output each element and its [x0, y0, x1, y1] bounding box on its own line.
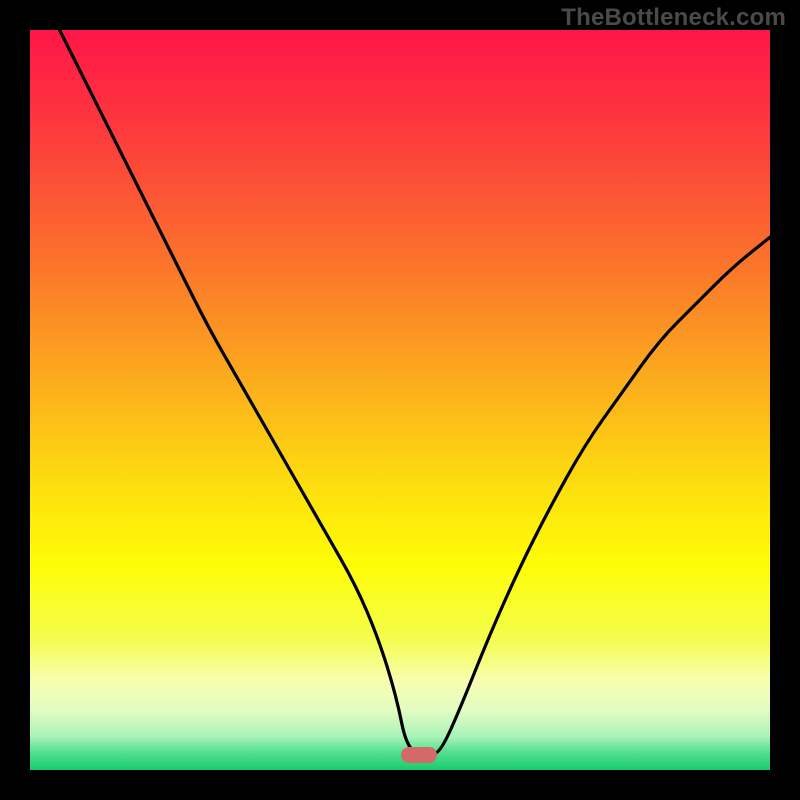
bottleneck-curve: [30, 30, 770, 770]
watermark-label: TheBottleneck.com: [561, 4, 786, 32]
plot-area: [30, 30, 770, 770]
chart-frame: TheBottleneck.com: [0, 0, 800, 800]
optimal-point-marker: [401, 747, 437, 763]
